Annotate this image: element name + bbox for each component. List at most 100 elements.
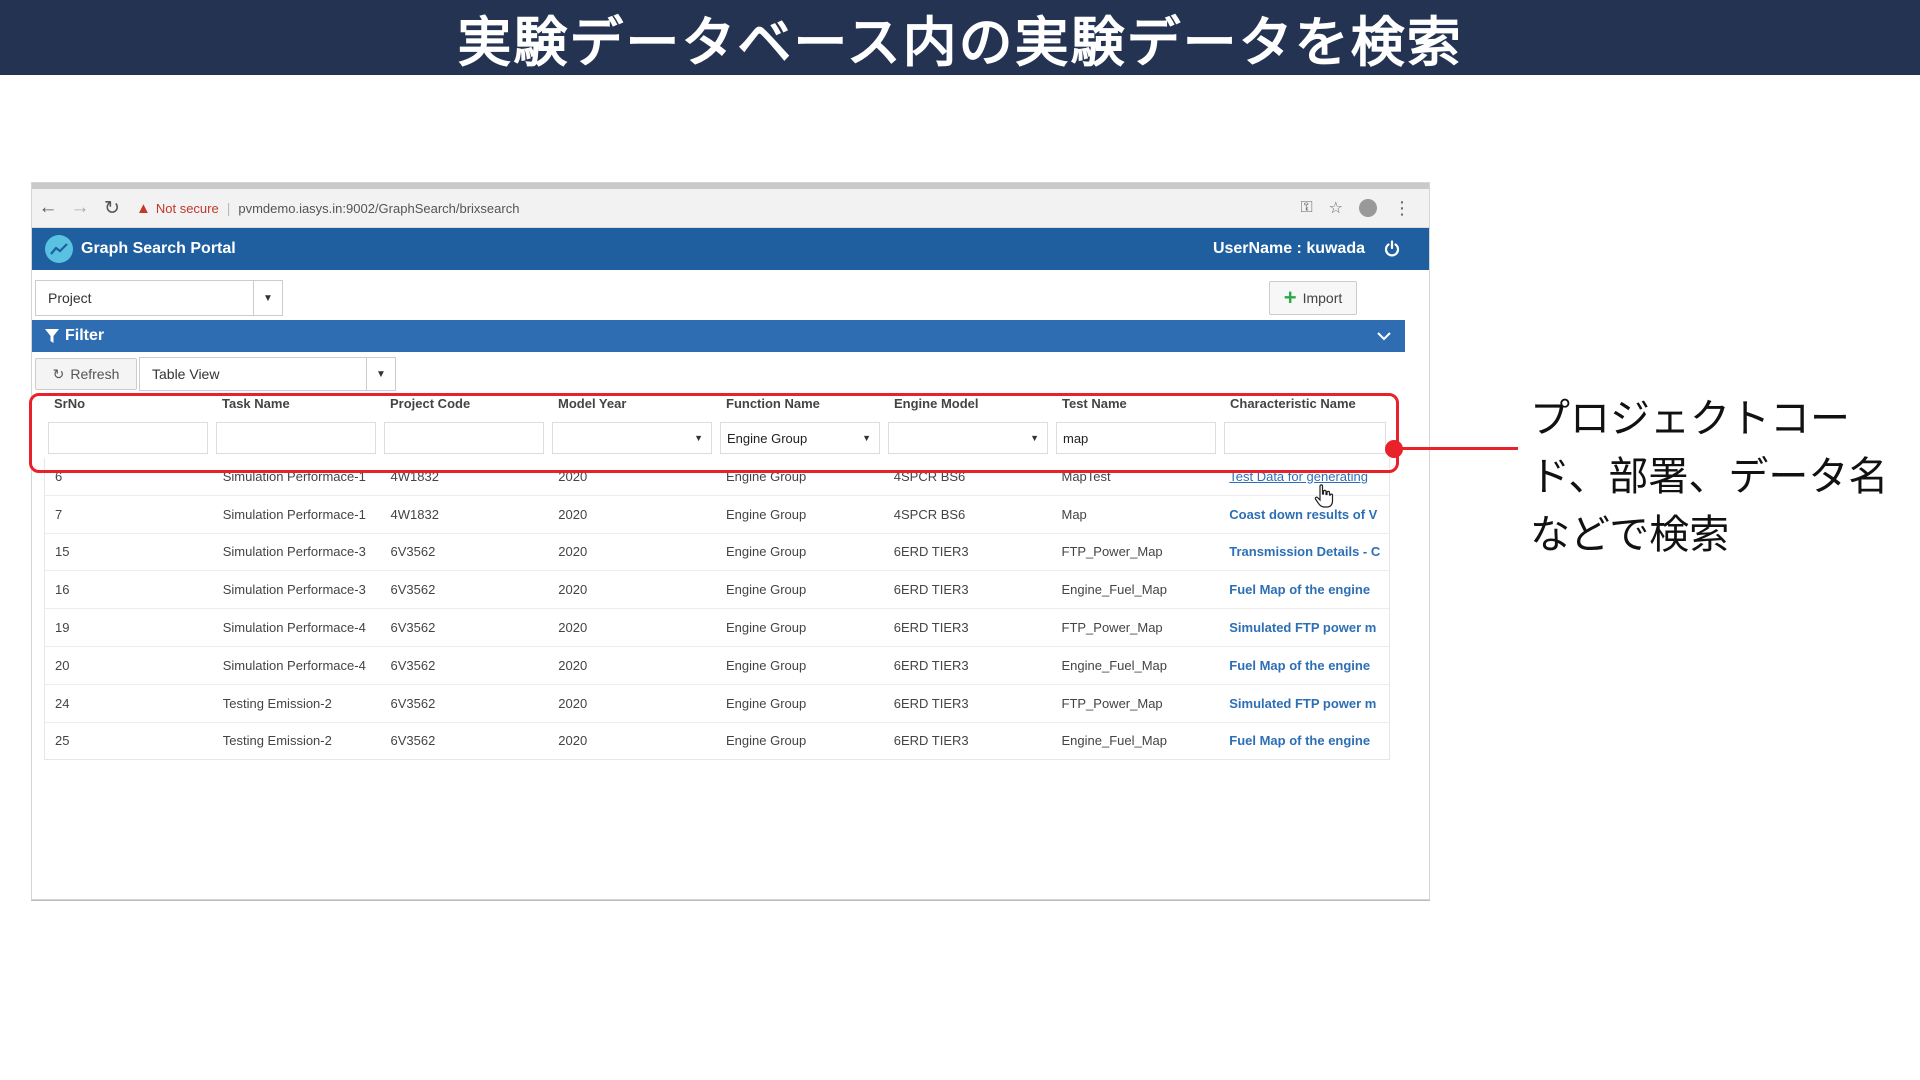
- characteristic-name-link[interactable]: Coast down results of V: [1219, 507, 1389, 522]
- cell-task-name: Testing Emission-2: [222, 733, 332, 749]
- chevron-down-icon[interactable]: [1377, 331, 1391, 341]
- address-bar-actions: ⚿ ☆ ⋮: [1300, 198, 1429, 218]
- characteristic-name-link[interactable]: Fuel Map of the engine: [1219, 582, 1389, 597]
- url-text[interactable]: pvmdemo.iasys.in:9002/GraphSearch/brixse…: [238, 201, 519, 216]
- cell-function-name: Engine Group: [726, 506, 807, 522]
- app-title: Graph Search Portal: [81, 240, 236, 257]
- characteristic-name-link[interactable]: Fuel Map of the engine: [1219, 733, 1389, 748]
- filter-row-highlight: [29, 393, 1399, 473]
- project-select-value: Project: [48, 290, 92, 306]
- cell-test-name: Engine_Fuel_Map: [1061, 657, 1168, 673]
- cell-task-name: Simulation Performace-4: [222, 620, 366, 636]
- table-row[interactable]: 7 Simulation Performace-1 4W1832 2020 En…: [45, 496, 1389, 534]
- cell-engine-model: 4SPCR BS6: [893, 506, 966, 522]
- cell-project-code: 4W1832: [390, 506, 439, 522]
- import-button[interactable]: + Import: [1269, 281, 1357, 315]
- cell-model-year: 2020: [558, 657, 588, 673]
- project-select[interactable]: Project ▼: [35, 280, 283, 316]
- user-label: UserName : kuwada: [1212, 240, 1365, 257]
- browser-window: ← → ↻ ▲ Not secure | pvmdemo.iasys.in:90…: [31, 182, 1430, 900]
- cell-srno: 25: [55, 733, 70, 749]
- slide-title: 実験データベース内の実験データを検索: [457, 11, 1463, 74]
- cell-task-name: Simulation Performace-3: [222, 582, 366, 598]
- cell-srno: 7: [55, 506, 63, 522]
- grid-body: 6 Simulation Performace-1 4W1832 2020 En…: [44, 458, 1390, 761]
- table-row[interactable]: 19 Simulation Performace-4 6V3562 2020 E…: [45, 609, 1389, 647]
- table-row[interactable]: 20 Simulation Performace-4 6V3562 2020 E…: [45, 647, 1389, 685]
- not-secure-label[interactable]: Not secure: [156, 201, 219, 216]
- filter-bar[interactable]: Filter: [32, 320, 1405, 352]
- cell-model-year: 2020: [558, 620, 588, 636]
- annotation-text: プロジェクトコード、部署、データ名などで検索: [1530, 396, 1889, 558]
- table-row[interactable]: 25 Testing Emission-2 6V3562 2020 Engine…: [45, 723, 1389, 760]
- cell-srno: 20: [55, 657, 70, 673]
- cell-model-year: 2020: [558, 733, 588, 749]
- power-icon[interactable]: [1381, 238, 1403, 260]
- cell-model-year: 2020: [558, 695, 588, 711]
- cell-function-name: Engine Group: [726, 695, 807, 711]
- cell-srno: 19: [55, 620, 70, 636]
- cell-function-name: Engine Group: [726, 582, 807, 598]
- cell-model-year: 2020: [558, 582, 588, 598]
- key-icon[interactable]: ⚿: [1300, 199, 1312, 217]
- import-button-label: Import: [1302, 290, 1343, 306]
- characteristic-name-link[interactable]: Simulated FTP power m: [1219, 696, 1389, 711]
- forward-arrow-icon[interactable]: →: [64, 197, 96, 219]
- table-row[interactable]: 16 Simulation Performace-3 6V3562 2020 E…: [45, 571, 1389, 610]
- cell-engine-model: 6ERD TIER3: [893, 544, 969, 560]
- hand-cursor-icon: [1314, 484, 1334, 508]
- cell-function-name: Engine Group: [726, 620, 807, 636]
- chevron-down-icon[interactable]: ▼: [253, 281, 282, 315]
- app-header: Graph Search Portal UserName : kuwada: [32, 228, 1429, 270]
- refresh-button[interactable]: ↻ Refresh: [35, 358, 137, 390]
- view-select-value: Table View: [152, 366, 220, 382]
- characteristic-name-link[interactable]: Transmission Details - C: [1219, 544, 1389, 559]
- cell-task-name: Testing Emission-2: [222, 695, 332, 711]
- cell-task-name: Simulation Performace-4: [222, 657, 366, 673]
- slide-header: 実験データベース内の実験データを検索: [0, 0, 1920, 75]
- cell-engine-model: 6ERD TIER3: [893, 695, 969, 711]
- cell-model-year: 2020: [558, 506, 588, 522]
- cell-test-name: FTP_Power_Map: [1061, 544, 1163, 560]
- cell-test-name: Engine_Fuel_Map: [1061, 733, 1168, 749]
- reload-icon[interactable]: ↻: [96, 197, 128, 220]
- warning-icon: ▲: [136, 199, 151, 217]
- plus-icon: +: [1283, 285, 1297, 310]
- cell-project-code: 6V3562: [390, 695, 436, 711]
- filter-icon: [44, 328, 60, 344]
- filter-label: Filter: [65, 327, 105, 344]
- cell-srno: 24: [55, 695, 70, 711]
- cell-function-name: Engine Group: [726, 544, 807, 560]
- address-separator: |: [226, 200, 231, 216]
- cell-task-name: Simulation Performace-3: [222, 544, 366, 560]
- cell-engine-model: 6ERD TIER3: [893, 620, 969, 636]
- cell-test-name: Map: [1061, 506, 1087, 522]
- table-row[interactable]: 15 Simulation Performace-3 6V3562 2020 E…: [45, 534, 1389, 572]
- star-icon[interactable]: ☆: [1329, 198, 1343, 218]
- view-select[interactable]: Table View ▼: [139, 357, 396, 391]
- cell-engine-model: 6ERD TIER3: [893, 733, 969, 749]
- chevron-down-icon[interactable]: ▼: [366, 358, 395, 390]
- cell-project-code: 6V3562: [390, 657, 436, 673]
- cell-srno: 16: [55, 582, 70, 598]
- refresh-icon: ↻: [52, 365, 65, 382]
- cell-srno: 15: [55, 544, 70, 560]
- cell-function-name: Engine Group: [726, 657, 807, 673]
- refresh-button-label: Refresh: [70, 366, 120, 382]
- menu-kebab-icon[interactable]: ⋮: [1393, 199, 1411, 217]
- back-arrow-icon[interactable]: ←: [32, 197, 64, 219]
- cell-test-name: FTP_Power_Map: [1061, 620, 1163, 636]
- address-bar: ← → ↻ ▲ Not secure | pvmdemo.iasys.in:90…: [32, 189, 1429, 228]
- callout-line: [1400, 447, 1518, 450]
- project-toolbar: Project ▼ + Import: [32, 270, 1429, 320]
- cell-function-name: Engine Group: [726, 733, 807, 749]
- cell-test-name: Engine_Fuel_Map: [1061, 582, 1168, 598]
- cell-project-code: 6V3562: [390, 733, 436, 749]
- chart-logo-icon: [45, 235, 73, 263]
- profile-icon[interactable]: [1359, 199, 1377, 217]
- cell-engine-model: 6ERD TIER3: [893, 582, 969, 598]
- characteristic-name-link[interactable]: Fuel Map of the engine: [1219, 658, 1389, 673]
- cell-test-name: FTP_Power_Map: [1061, 695, 1163, 711]
- characteristic-name-link[interactable]: Simulated FTP power m: [1219, 620, 1389, 635]
- table-row[interactable]: 24 Testing Emission-2 6V3562 2020 Engine…: [45, 685, 1389, 723]
